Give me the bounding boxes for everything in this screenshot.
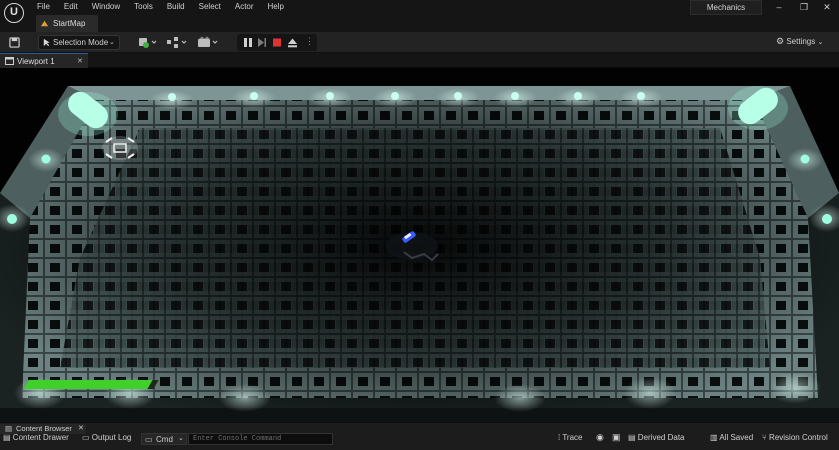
chevron-down-icon: ⌄ [817, 39, 824, 46]
map-tab-label: StartMap [53, 19, 86, 28]
menu-help[interactable]: Help [261, 0, 291, 13]
screenshot-icon[interactable]: ▣ [612, 432, 621, 443]
title-bar: U File Edit Window Tools Build Select Ac… [0, 0, 839, 32]
viewport-icon [5, 57, 14, 65]
chevron-down-icon: ⌄ [109, 39, 115, 46]
add-actor-icon[interactable] [138, 36, 158, 49]
menu-edit[interactable]: Edit [57, 0, 85, 13]
level-icon [40, 20, 49, 27]
menu-file[interactable]: File [30, 0, 57, 13]
record-icon[interactable]: ◉ [596, 432, 604, 443]
close-tab-icon[interactable]: ✕ [78, 424, 84, 432]
menu-select[interactable]: Select [192, 0, 228, 13]
map-tab[interactable]: StartMap [36, 15, 98, 32]
derived-data-label: Derived Data [637, 433, 685, 442]
console-command-input[interactable]: Enter Console Command [188, 433, 333, 445]
menu-tools[interactable]: Tools [127, 0, 160, 13]
main-menu: File Edit Window Tools Build Select Acto… [30, 0, 291, 13]
unreal-logo-icon[interactable]: U [4, 3, 24, 23]
gear-icon: ⚙ [776, 36, 785, 46]
game-viewport[interactable] [0, 68, 839, 422]
drawer-icon: ▤ [3, 433, 11, 442]
level-scene [0, 68, 839, 422]
viewport-tab[interactable]: Viewport 1 ✕ [0, 53, 88, 68]
close-tab-icon[interactable]: ✕ [77, 57, 83, 65]
content-browser-label: Content Browser [16, 424, 72, 433]
all-saved-button[interactable]: ▥ All Saved [710, 433, 753, 442]
viewport-tab-bar: Viewport 1 ✕ [0, 53, 839, 68]
cursor-icon [43, 38, 50, 47]
settings-label: Settings [786, 37, 816, 46]
cinematics-icon[interactable] [197, 36, 219, 49]
revision-control-icon: ⑂ [762, 433, 767, 442]
menu-build[interactable]: Build [160, 0, 192, 13]
selection-mode-label: Selection Mode [53, 38, 109, 47]
content-drawer-label: Content Drawer [12, 433, 69, 442]
trace-label: Trace [562, 433, 583, 442]
eject-icon[interactable] [287, 37, 298, 48]
all-saved-label: All Saved [719, 433, 754, 442]
play-controls: ⋮ [237, 34, 317, 51]
viewport-tab-label: Viewport 1 [17, 57, 55, 66]
blueprint-icon[interactable] [166, 36, 188, 49]
trace-button[interactable]: ⁞ Trace [558, 433, 582, 442]
settings-button[interactable]: ⚙ Settings ⌄ [776, 36, 823, 47]
stop-icon[interactable] [272, 37, 282, 48]
maximize-button[interactable]: ❐ [792, 0, 816, 15]
derived-data-button[interactable]: ▤ Derived Data [628, 433, 684, 442]
output-log-label: Output Log [91, 433, 132, 442]
cmd-dropdown[interactable]: ▭ Cmd ⌄ [141, 433, 187, 445]
log-icon: ▭ [82, 433, 90, 442]
spawn-marker [102, 136, 138, 160]
revision-control-label: Revision Control [769, 433, 828, 442]
terminal-icon: ▭ [145, 435, 153, 444]
trace-icon: ⁞ [558, 433, 561, 442]
health-bar [23, 380, 159, 389]
health-bar-fill [23, 380, 153, 389]
more-icon[interactable]: ⋮ [305, 36, 314, 47]
step-icon[interactable] [257, 37, 267, 48]
save-icon[interactable] [9, 37, 20, 48]
content-browser-icon: ▤ [5, 424, 13, 433]
close-window-button[interactable]: ✕ [815, 0, 839, 15]
menu-actor[interactable]: Actor [228, 0, 261, 13]
pause-icon[interactable] [243, 37, 253, 48]
minimize-button[interactable]: – [767, 0, 791, 15]
chevron-down-icon: ⌄ [178, 435, 184, 442]
project-name-badge: Mechanics [690, 0, 762, 15]
menu-window[interactable]: Window [85, 0, 127, 13]
status-bar: ▤ Content Browser ✕ ▤ Content Drawer ▭ O… [0, 422, 839, 450]
revision-control-button[interactable]: ⑂ Revision Control [762, 433, 828, 442]
selection-mode-dropdown[interactable]: Selection Mode ⌄ [38, 35, 120, 50]
save-status-icon: ▥ [710, 433, 718, 442]
content-drawer-button[interactable]: ▤ Content Drawer [3, 433, 69, 442]
database-icon: ▤ [628, 433, 636, 442]
cmd-label: Cmd [156, 435, 173, 444]
output-log-button[interactable]: ▭ Output Log [82, 433, 131, 442]
main-toolbar: Selection Mode ⌄ ⋮ ⚙ Settings ⌄ [0, 32, 839, 53]
